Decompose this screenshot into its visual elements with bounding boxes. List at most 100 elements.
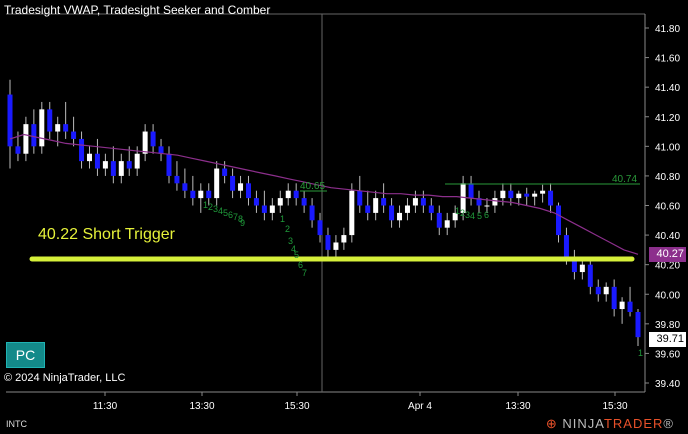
y-tick-label: 40.80 <box>655 172 680 183</box>
candle-body <box>484 205 490 207</box>
candle-body <box>174 175 180 184</box>
candle-body <box>357 190 363 206</box>
x-tick-label: 15:30 <box>602 401 627 412</box>
candle-body <box>587 264 593 287</box>
candle-body <box>230 175 236 191</box>
vwap-price-badge: 40.27 <box>649 247 686 262</box>
candle-body <box>55 124 61 132</box>
candle-body <box>309 205 315 221</box>
candle-body <box>126 161 132 169</box>
candle-body <box>381 198 387 206</box>
y-tick-label: 41.40 <box>655 83 680 94</box>
copyright-text: © 2024 NinjaTrader, LLC <box>4 372 126 384</box>
seeker-count: 6 <box>484 210 489 220</box>
indicator-title: Tradesight VWAP, Tradesight Seeker and C… <box>4 3 271 17</box>
candle-body <box>190 190 196 199</box>
candle-body <box>365 205 371 213</box>
candle-body <box>333 242 339 250</box>
level-label: 40.74 <box>612 174 637 185</box>
candle-body <box>412 198 418 206</box>
candle-body <box>71 131 77 139</box>
seeker-count: 4 <box>470 211 475 221</box>
candle-body <box>404 205 410 213</box>
price-chart[interactable]: 41.80 41.60 41.40 41.20 41.00 40.80 40.60 40.40… <box>0 0 688 434</box>
candle-body <box>253 198 259 206</box>
candle-body <box>15 146 21 154</box>
y-tick-label: 39.80 <box>655 320 680 331</box>
candle-body <box>238 183 244 191</box>
y-tick-label: 40.40 <box>655 231 680 242</box>
candle-body <box>516 193 522 199</box>
candle-body <box>134 153 140 169</box>
candle-body <box>389 205 395 221</box>
x-tick-label: Apr 4 <box>408 401 432 412</box>
candle-body <box>118 161 124 176</box>
y-tick-label: 40.60 <box>655 202 680 213</box>
x-tick-label: 15:30 <box>284 401 309 412</box>
chart-canvas[interactable]: 41.80 41.60 41.40 41.20 41.00 40.80 40.60 40.40… <box>0 0 688 434</box>
candle-body <box>500 190 506 199</box>
candle-body <box>563 235 569 258</box>
candle-body <box>492 198 498 206</box>
seeker-count: 1 <box>638 348 643 358</box>
seeker-count: 7 <box>302 268 307 278</box>
candle-body <box>150 131 156 147</box>
candle-body <box>39 109 45 147</box>
candle-body <box>524 193 530 197</box>
candle-body <box>540 190 546 194</box>
candle-body <box>301 198 307 206</box>
candle-body <box>341 235 347 243</box>
candle-body <box>293 190 299 199</box>
candle-body <box>428 205 434 213</box>
y-tick-label: 39.40 <box>655 379 680 390</box>
candle-body <box>420 198 426 206</box>
y-tick-label: 41.20 <box>655 113 680 124</box>
y-tick-label: 40.00 <box>655 290 680 301</box>
candle-body <box>102 161 108 169</box>
candle-body <box>222 168 228 176</box>
candle-body <box>603 286 609 295</box>
candle-body <box>31 124 37 147</box>
candle-body <box>436 212 442 228</box>
x-tick-label: 13:30 <box>505 401 530 412</box>
candle-body <box>86 153 92 162</box>
candle-body <box>142 131 148 154</box>
candle-body <box>110 161 116 176</box>
candle-body <box>23 124 29 154</box>
y-tick-label: 40.20 <box>655 261 680 272</box>
candle-body <box>349 190 355 236</box>
candle-body <box>182 183 188 191</box>
candle-body <box>47 109 53 132</box>
candle-body <box>619 301 625 310</box>
pc-button[interactable]: PC <box>6 342 45 368</box>
candle-body <box>611 286 617 310</box>
candle-body <box>579 264 585 273</box>
y-tick-label: 41.00 <box>655 142 680 153</box>
ninjatrader-logo: ⊕ NINJATRADER® <box>545 416 674 431</box>
candle-body <box>269 205 275 213</box>
level-label: 40.65 <box>300 181 325 192</box>
candle-body <box>261 205 267 213</box>
x-tick-label: 13:30 <box>189 401 214 412</box>
candle-body <box>94 153 100 169</box>
candle-body <box>158 146 164 154</box>
candle-body <box>198 190 204 199</box>
ninja-logo-icon: ⊕ <box>545 416 558 431</box>
candle-body <box>317 220 323 236</box>
candle-body <box>166 153 172 176</box>
y-tick-label: 41.80 <box>655 24 680 35</box>
candle-body <box>548 190 554 206</box>
seeker-count: 2 <box>285 224 290 234</box>
y-tick-label: 41.60 <box>655 54 680 65</box>
candle-body <box>285 190 291 199</box>
candle-body <box>397 212 403 221</box>
last-price-badge: 39.71 <box>649 332 686 347</box>
candle-body <box>206 190 212 199</box>
seeker-count: 5 <box>477 211 482 221</box>
candle-body <box>373 198 379 213</box>
candle-body <box>627 301 633 312</box>
candle-body <box>468 183 474 199</box>
seeker-count: 9 <box>240 218 245 228</box>
seeker-count: 5 <box>294 250 299 260</box>
candle-body <box>556 205 562 236</box>
